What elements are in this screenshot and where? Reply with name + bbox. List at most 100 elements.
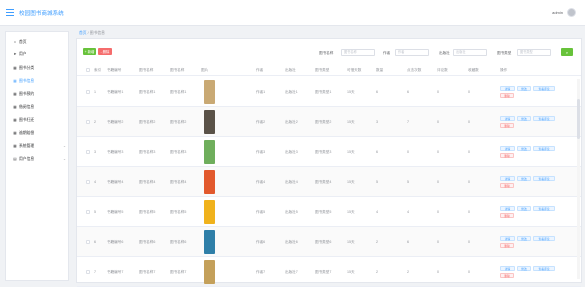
sidebar-item-1[interactable]: ➤ 用户 <box>13 50 68 58</box>
column-header[interactable]: 作者 <box>256 68 263 73</box>
sidebar-item-2[interactable]: ▦ 图书分类 <box>13 64 68 72</box>
sidebar-item-8[interactable]: ▦ 系统管理 ⌄ <box>13 142 68 150</box>
column-header[interactable]: 图书类型 <box>315 68 329 73</box>
table-row[interactable]: 5 书籍编号5 图书名称5 图书名称5 作者5 出版社5 图书类型5 15天 4 4 0 0 详情 修改查… <box>77 197 581 227</box>
comment-button[interactable]: 查看评论 <box>533 146 555 151</box>
edit-button[interactable]: 修改 <box>517 116 531 121</box>
column-header[interactable]: 点击次数 <box>407 68 421 73</box>
add-button[interactable]: + 新增 <box>83 48 96 55</box>
edit-button[interactable]: 修改 <box>517 266 531 271</box>
delete-button[interactable]: 删除 <box>500 213 514 218</box>
select-all-checkbox[interactable] <box>86 68 90 72</box>
detail-button[interactable]: 详情 <box>500 116 515 121</box>
breadcrumb-home[interactable]: 首页 <box>79 31 87 35</box>
table-cell-author: 作者4 <box>256 180 266 184</box>
table-row[interactable]: 3 书籍编号3 图书名称3 图书名称3 作者3 出版社3 图书类型3 15天 6 0 0 0 详情 修改查… <box>77 137 581 167</box>
filter-input-book-type[interactable]: 图书类型 <box>517 49 551 56</box>
comment-button[interactable]: 查看评论 <box>533 206 555 211</box>
filter-input-book-name[interactable]: 图书名称 <box>341 49 375 56</box>
edit-button[interactable]: 修改 <box>517 86 531 91</box>
row-checkbox[interactable] <box>86 240 90 244</box>
column-header[interactable]: 收藏数 <box>468 68 479 73</box>
delete-button[interactable]: 删除 <box>500 243 514 248</box>
table-cell-code: 书籍编号3 <box>107 150 124 154</box>
book-cover-image <box>204 200 215 224</box>
row-checkbox[interactable] <box>86 180 90 184</box>
table-row[interactable]: 6 书籍编号6 图书名称6 图书名称6 作者6 出版社6 图书类型6 15天 2 6 0 0 详情 修改查… <box>77 227 581 257</box>
table-cell-qty: 6 <box>376 90 378 94</box>
detail-button[interactable]: 详情 <box>500 236 515 241</box>
table-cell-qty: 6 <box>376 150 378 154</box>
edit-button[interactable]: 修改 <box>517 206 531 211</box>
table-cell-author: 作者3 <box>256 150 266 154</box>
detail-button[interactable]: 详情 <box>500 176 515 181</box>
table-cell-index: 2 <box>94 120 96 124</box>
column-header[interactable]: 评论数 <box>437 68 448 73</box>
table-row[interactable]: 2 书籍编号2 图书名称2 图书名称2 作者2 出版社2 图书类型2 15天 3 7 0 0 详情 修改查… <box>77 107 581 137</box>
table-cell-author: 作者6 <box>256 240 266 244</box>
delete-button[interactable]: 删除 <box>500 123 514 128</box>
table-cell-comments: 0 <box>437 150 439 154</box>
table-cell-favs: 0 <box>468 270 470 274</box>
delete-button[interactable]: 删除 <box>500 273 514 278</box>
column-header[interactable]: 图书名称 <box>170 68 184 73</box>
sidebar-item-4[interactable]: ▦ 图书预约 <box>13 90 68 98</box>
table-cell-publisher: 出版社2 <box>285 120 298 124</box>
column-header[interactable]: 数量 <box>376 68 383 73</box>
edit-button[interactable]: 修改 <box>517 236 531 241</box>
avatar[interactable] <box>567 8 576 17</box>
table-cell-publisher: 出版社5 <box>285 210 298 214</box>
delete-button[interactable]: 删除 <box>500 183 514 188</box>
column-header[interactable]: 书籍编号 <box>107 68 121 73</box>
scrollbar-thumb[interactable] <box>577 99 580 139</box>
table-cell-qty: 4 <box>376 210 378 214</box>
table-row[interactable]: 4 书籍编号4 图书名称4 图书名称4 作者4 出版社4 图书类型4 15天 5 5 0 0 详情 修改查… <box>77 167 581 197</box>
sidebar-item-0[interactable]: ⌂ 首页 <box>13 38 68 46</box>
table-cell-publisher: 出版社1 <box>285 90 298 94</box>
comment-button[interactable]: 查看评论 <box>533 116 555 121</box>
table-cell-days: 15天 <box>347 150 355 154</box>
comment-button[interactable]: 查看评论 <box>533 176 555 181</box>
column-header[interactable]: 操作 <box>500 68 507 73</box>
current-user-name[interactable]: admin <box>552 10 563 15</box>
filter-input-publisher[interactable]: 出版社 <box>453 49 487 56</box>
table-cell-days: 15天 <box>347 240 355 244</box>
delete-button[interactable]: 删除 <box>500 93 514 98</box>
column-header[interactable]: 可借天数 <box>347 68 361 73</box>
row-checkbox[interactable] <box>86 210 90 214</box>
row-checkbox[interactable] <box>86 90 90 94</box>
comment-button[interactable]: 查看评论 <box>533 266 555 271</box>
table-cell-type: 图书类型2 <box>315 120 332 124</box>
row-checkbox[interactable] <box>86 150 90 154</box>
detail-button[interactable]: 详情 <box>500 146 515 151</box>
row-checkbox[interactable] <box>86 120 90 124</box>
top-bar: 校园图书商城系统 admin <box>0 0 585 26</box>
sidebar-item-3[interactable]: ▦ 图书信息 <box>13 77 68 85</box>
filter-input-author[interactable]: 作者 <box>395 49 429 56</box>
delete-button[interactable]: - 删除 <box>98 48 112 55</box>
column-header[interactable]: 索引 <box>94 68 101 73</box>
sidebar: ⌂ 首页 ➤ 用户 ▦ 图书分类 ▦ 图书信息 ▦ 图书预约 ▦ 借阅信息 ▦ 图书归还 ▦ 逾期赔偿 ▦ 系统管… <box>5 31 69 281</box>
edit-button[interactable]: 修改 <box>517 146 531 151</box>
table-cell-name2: 图书名称5 <box>170 210 187 214</box>
sidebar-item-5[interactable]: ▦ 借阅信息 <box>13 103 68 111</box>
table-header: 索引 书籍编号 图书名称 图书名称 图片 作者 出版社 图书类型 可借天数 数量 点击次数 评论数 收藏… <box>77 64 581 76</box>
sidebar-item-7[interactable]: ▦ 逾期赔偿 <box>13 129 68 137</box>
comment-button[interactable]: 查看评论 <box>533 236 555 241</box>
row-checkbox[interactable] <box>86 270 90 274</box>
edit-button[interactable]: 修改 <box>517 176 531 181</box>
detail-button[interactable]: 详情 <box>500 86 515 91</box>
detail-button[interactable]: 详情 <box>500 206 515 211</box>
search-button[interactable]: ⌕ <box>561 48 573 56</box>
table-row[interactable]: 1 书籍编号1 图书名称1 图书名称1 作者1 出版社1 图书类型1 15天 6 6 0 0 详情 修改查… <box>77 77 581 107</box>
menu-toggle-icon[interactable] <box>6 9 14 16</box>
comment-button[interactable]: 查看评论 <box>533 86 555 91</box>
column-header[interactable]: 图片 <box>201 68 208 73</box>
sidebar-item-6[interactable]: ▦ 图书归还 <box>13 116 68 124</box>
column-header[interactable]: 图书名称 <box>139 68 153 73</box>
delete-button[interactable]: 删除 <box>500 153 514 158</box>
table-cell-clicks: 7 <box>407 120 409 124</box>
detail-button[interactable]: 详情 <box>500 266 515 271</box>
column-header[interactable]: 出版社 <box>285 68 296 73</box>
sidebar-item-9[interactable]: ▤ 用户信息 ⌄ <box>13 155 68 163</box>
